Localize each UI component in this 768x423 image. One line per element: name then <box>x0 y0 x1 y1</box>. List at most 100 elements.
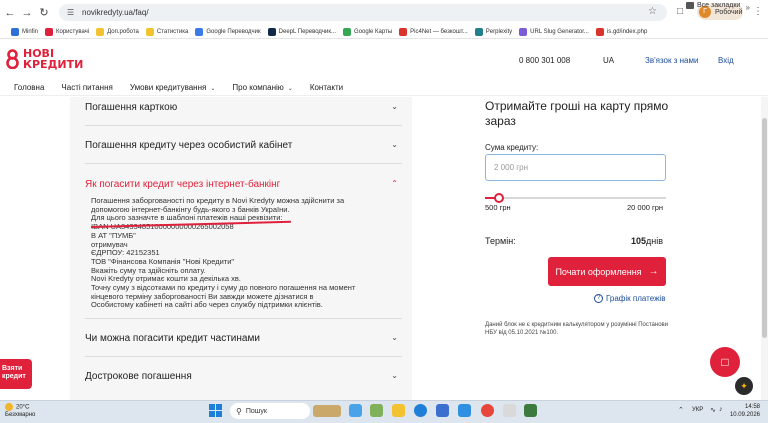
bookmark-item[interactable]: Perplexity <box>474 27 513 36</box>
chevron-down-icon: ⌄ <box>391 102 398 111</box>
forward-icon[interactable]: → <box>20 6 34 20</box>
divider <box>85 163 402 164</box>
chevron-up-icon: ⌃ <box>391 179 398 188</box>
search-highlight-image[interactable] <box>313 405 341 417</box>
browser-menu-icon[interactable]: ⋮ <box>752 6 764 18</box>
term-unit: днів <box>646 236 664 246</box>
divider <box>85 318 402 319</box>
back-icon[interactable]: ← <box>3 6 17 20</box>
bookmark-label: DeepL Переводчик... <box>278 28 337 35</box>
wifi-icon[interactable]: ∿ <box>710 406 716 414</box>
bookmark-favicon-icon <box>96 27 105 36</box>
faq-question-internet-banking[interactable]: Як погасити кредит через інтернет-банкін… <box>85 179 405 190</box>
faq-question-early-repayment[interactable]: Дострокове погашення ⌄ <box>85 371 405 382</box>
chrome-icon[interactable] <box>481 404 494 417</box>
login-link[interactable]: Вхід <box>718 56 734 65</box>
amount-slider-handle[interactable] <box>494 193 505 203</box>
weather-widget[interactable]: 20°C Безхмарно <box>5 403 35 419</box>
folder-icon <box>686 2 694 9</box>
term-value: 105днів <box>631 236 663 246</box>
contact-link[interactable]: Зв'язок з нами <box>645 56 698 65</box>
chat-icon[interactable]: □ <box>710 347 740 377</box>
language-switch[interactable]: UA <box>603 56 614 65</box>
tray-chevron-icon[interactable]: ⌃ <box>678 406 684 414</box>
slider-max-label: 20 000 грн <box>627 203 664 212</box>
all-bookmarks[interactable]: Все закладки <box>686 2 740 9</box>
windows-start-icon[interactable] <box>209 404 222 417</box>
app-icon[interactable] <box>349 404 362 417</box>
amount-slider-track[interactable] <box>485 197 666 199</box>
divider <box>85 356 402 357</box>
menu-item[interactable]: Контакти <box>310 83 343 92</box>
site-logo[interactable]: НОВІ КРЕДИТИ <box>5 46 83 72</box>
bookmark-favicon-icon <box>595 27 604 36</box>
weather-temp: 20°C <box>16 404 30 411</box>
app-icon[interactable] <box>370 404 383 417</box>
phone-number[interactable]: 0 800 301 008 <box>519 56 570 65</box>
all-bookmarks-label: Все закладки <box>697 2 741 9</box>
bookmark-favicon-icon <box>519 27 528 36</box>
site-info-icon[interactable]: ☰ <box>67 8 76 17</box>
clock[interactable]: 14:58 10.09.2026 <box>728 403 760 419</box>
answer-line: В АТ "ПУМБ" <box>91 230 136 240</box>
bookmark-item[interactable]: Користувачі <box>45 27 90 36</box>
file-explorer-icon[interactable] <box>392 404 405 417</box>
faq-question-card-payment[interactable]: Погашення карткою ⌄ <box>85 102 405 113</box>
menu-item[interactable]: Умови кредитування ⌄ <box>130 83 216 92</box>
menu-item-label: Часті питання <box>61 83 113 92</box>
chevron-down-icon: ⌄ <box>391 140 398 149</box>
calc-title: Отримайте гроші на карту прямо зараз <box>485 99 669 128</box>
bookmark-item[interactable]: URL Slug Generator... <box>519 27 589 36</box>
faq-question-personal-cabinet[interactable]: Погашення кредиту через особистий кабіне… <box>85 140 405 151</box>
payment-schedule-link[interactable]: ? Графік платежів <box>594 294 665 303</box>
weather-desc: Безхмарно <box>5 411 36 418</box>
app-icon[interactable] <box>524 404 537 417</box>
bookmark-label: Minfin <box>22 28 39 35</box>
bookmark-favicon-icon <box>145 27 154 36</box>
profile-label: Робочий <box>715 8 743 16</box>
bookmarks-overflow-icon[interactable]: » <box>746 3 750 12</box>
extensions-icon[interactable]: □ <box>674 6 686 18</box>
menu-item[interactable]: Про компанію ⌄ <box>232 83 292 92</box>
url-text[interactable]: novikredyty.ua/faq/ <box>82 8 149 17</box>
reload-icon[interactable]: ↻ <box>37 6 51 20</box>
take-credit-button[interactable]: Взяти кредит <box>0 359 32 389</box>
bookmark-label: Google Карты <box>354 28 393 35</box>
edge-icon[interactable] <box>414 404 427 417</box>
bookmark-item[interactable]: Google Карты <box>343 27 393 36</box>
sun-icon <box>5 403 13 411</box>
bookmark-item[interactable]: Статистика <box>145 27 188 36</box>
faq-answer: Погашення заборгованості по кредиту в No… <box>91 196 361 310</box>
question-icon: ? <box>594 294 603 303</box>
faq-question-partial-repayment[interactable]: Чи можна погасити кредит частинами ⌄ <box>85 333 405 344</box>
bookmark-item[interactable]: Google Переводчик <box>195 27 261 36</box>
bookmark-label: Користувачі <box>56 28 90 35</box>
chevron-down-icon: ⌄ <box>391 371 398 380</box>
app-icon[interactable] <box>503 404 516 417</box>
app-icon[interactable] <box>458 404 471 417</box>
input-language[interactable]: УКР <box>692 407 703 413</box>
menu-item[interactable]: Головна <box>14 83 44 92</box>
amount-input[interactable] <box>485 154 666 181</box>
bookmark-item[interactable]: is.gd/index.php <box>595 27 648 36</box>
taskbar-search[interactable]: ⚲ Пошук <box>230 403 310 419</box>
faq-question-label: Як погасити кредит через інтернет-банкін… <box>85 179 281 190</box>
scrollbar-thumb[interactable] <box>762 118 767 338</box>
volume-icon[interactable]: ♪ <box>719 406 723 413</box>
bookmark-item[interactable]: DeepL Переводчик... <box>267 27 337 36</box>
menu-item[interactable]: Часті питання <box>61 83 112 92</box>
slider-min-label: 500 грн <box>485 203 511 212</box>
search-label: Пошук <box>245 407 267 415</box>
bookmark-item[interactable]: Minfin <box>11 27 39 36</box>
menu-item-label: Контакти <box>309 83 344 92</box>
bookmark-item[interactable]: Доп.робота <box>96 27 139 36</box>
bookmark-star-icon[interactable]: ☆ <box>648 6 657 17</box>
bookmark-label: Perplexity <box>485 28 513 35</box>
app-icon[interactable] <box>436 404 449 417</box>
start-application-button[interactable]: Почати оформлення → <box>548 257 666 286</box>
bookmark-label: is.gd/index.php <box>606 28 648 35</box>
address-bar[interactable]: ☰ novikredyty.ua/faq/ ☆ <box>59 4 667 21</box>
assistant-icon[interactable]: ✦ <box>735 377 753 395</box>
bookmark-item[interactable]: Pic4Net — безкошт... <box>399 27 468 36</box>
answer-line: Особистому кабінеті на сайті або через с… <box>91 300 323 310</box>
